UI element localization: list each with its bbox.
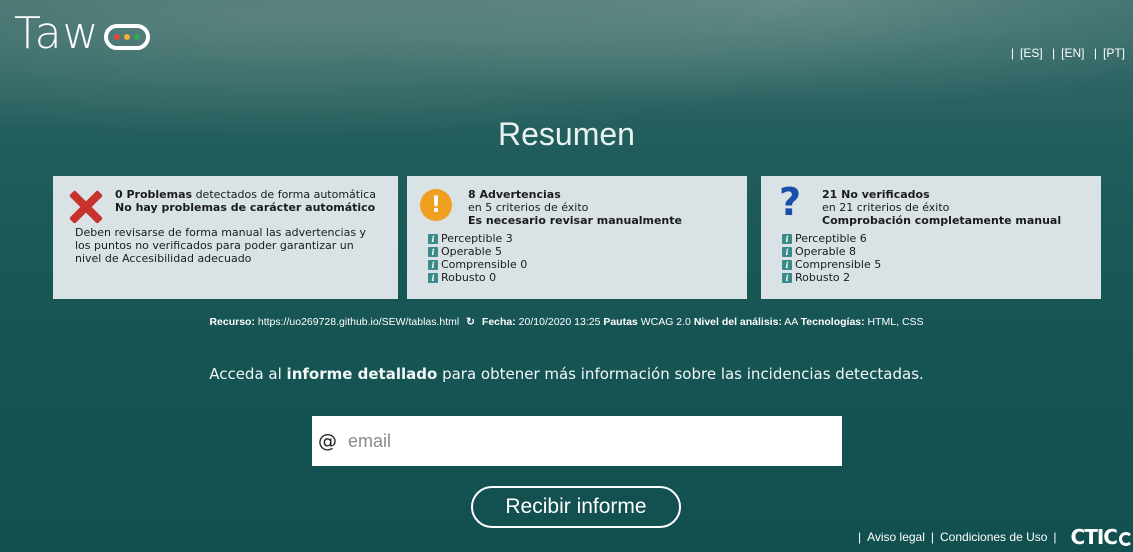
ctic-logo[interactable]: CTIC	[1071, 525, 1133, 549]
problems-subtitle: No hay problemas de carácter automático	[115, 201, 376, 214]
technologies: HTML, CSS	[867, 316, 924, 328]
lang-en-link[interactable]: [EN]	[1061, 46, 1084, 60]
page-title: Resumen	[498, 116, 635, 152]
unverified-title: 21 No verificados	[822, 188, 930, 201]
list-item[interactable]: i Comprensible 5	[782, 258, 881, 271]
receive-report-button[interactable]: Recibir informe	[471, 486, 681, 528]
list-item[interactable]: i Operable 5	[428, 245, 527, 258]
lang-pt-link[interactable]: [PT]	[1103, 46, 1125, 60]
info-icon: i	[782, 233, 792, 244]
warnings-card: ! 8 Advertencias en 5 criterios de éxito…	[407, 176, 747, 299]
ctic-ring-icon	[1119, 532, 1133, 546]
footer: | Aviso legal | Condiciones de Uso | CTI…	[852, 525, 1133, 549]
info-icon: i	[428, 259, 438, 270]
list-item[interactable]: i Operable 8	[782, 245, 881, 258]
list-item[interactable]: i Perceptible 3	[428, 232, 527, 245]
warnings-subtitle: Es necesario revisar manualmente	[468, 214, 682, 227]
red-dot	[113, 34, 120, 40]
at-icon: @	[318, 430, 337, 452]
problems-note: Deben revisarse de forma manual las adve…	[75, 226, 367, 265]
info-icon: i	[782, 246, 792, 257]
problems-count: 0 Problemas	[115, 188, 193, 201]
problems-desc: detectados de forma automática	[195, 188, 376, 201]
info-icon: i	[782, 272, 792, 283]
green-dot	[133, 34, 140, 40]
traffic-light-icon	[103, 24, 150, 50]
terms-of-use-link[interactable]: Condiciones de Uso	[940, 530, 1047, 544]
analysis-level: AA	[784, 316, 798, 328]
email-input[interactable]	[346, 429, 830, 453]
unverified-criteria: en 21 criterios de éxito	[822, 201, 950, 214]
guidelines: WCAG 2.0	[640, 316, 691, 328]
list-item[interactable]: i Comprensible 0	[428, 258, 527, 271]
unverified-card: ? 21 No verificados en 21 criterios de é…	[761, 176, 1101, 299]
analysis-date: 20/10/2020 13:25	[518, 316, 601, 328]
language-selector: | [ES] | [EN] | [PT]	[1010, 46, 1125, 60]
problems-card: 0 Problemas detectados de forma automáti…	[53, 176, 398, 299]
info-icon: i	[428, 272, 438, 283]
info-icon: i	[428, 246, 438, 257]
unverified-list: i Perceptible 6 i Operable 8 i Comprensible…	[782, 232, 881, 284]
list-item[interactable]: i Perceptible 6	[782, 232, 881, 245]
analysis-metadata: Recurso: https://uo269728.github.io/SEW/…	[209, 316, 924, 328]
resource-url: https://uo269728.github.io/SEW/tablas.ht…	[257, 316, 460, 328]
legal-notice-link[interactable]: Aviso legal	[867, 530, 925, 544]
error-cross-icon	[67, 190, 101, 224]
question-mark-icon: ?	[779, 180, 802, 224]
refresh-icon[interactable]: ↻	[466, 316, 475, 328]
taw-logo[interactable]: Taw	[14, 12, 150, 56]
logo-text: Taw	[14, 8, 100, 59]
list-item[interactable]: i Robusto 0	[428, 271, 527, 284]
report-cta-text: Acceda al informe detallado para obtener…	[209, 365, 924, 383]
warnings-list: i Perceptible 3 i Operable 5 i Comprensible…	[428, 232, 527, 284]
email-field-container: @	[312, 416, 842, 466]
list-item[interactable]: i Robusto 2	[782, 271, 881, 284]
unverified-subtitle: Comprobación completamente manual	[822, 214, 1062, 227]
warnings-title: 8 Advertencias	[468, 188, 561, 201]
info-icon: i	[428, 233, 438, 244]
warning-icon: !	[420, 189, 452, 221]
info-icon: i	[782, 259, 792, 270]
warnings-criteria: en 5 criterios de éxito	[468, 201, 589, 214]
lang-es-link[interactable]: [ES]	[1020, 46, 1043, 60]
yellow-dot	[123, 34, 130, 40]
